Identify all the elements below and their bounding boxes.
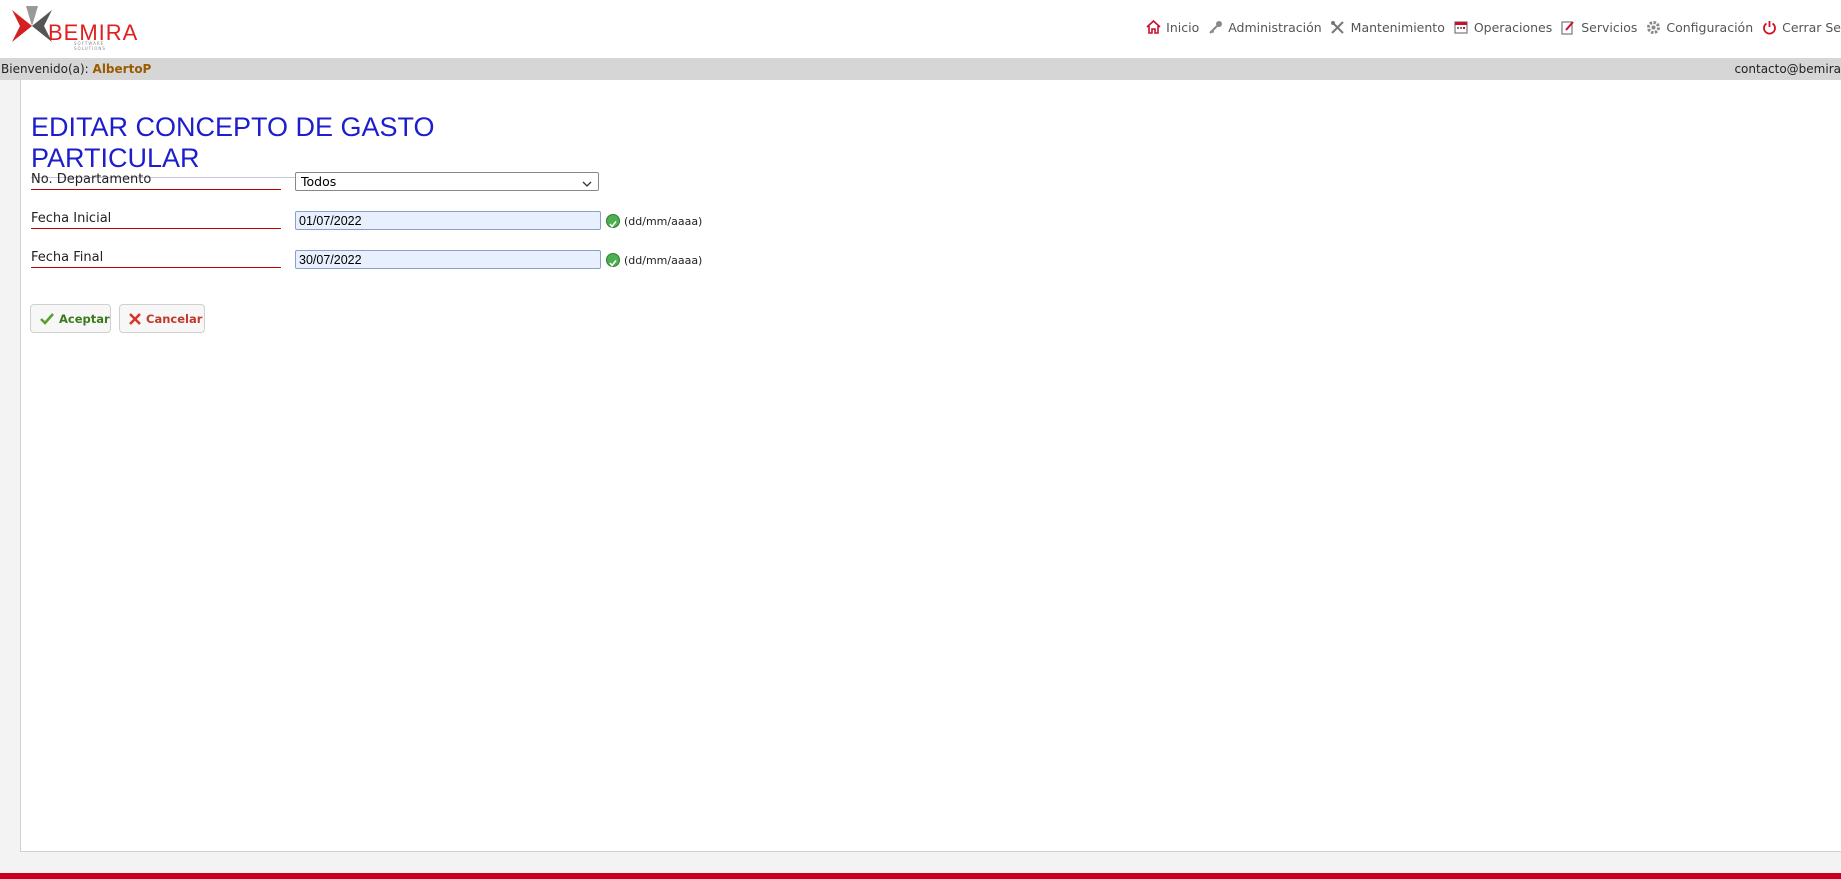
username: AlbertoP: [92, 62, 152, 76]
nav-operaciones[interactable]: Operaciones: [1453, 19, 1552, 35]
key-icon: [1207, 19, 1223, 35]
nav-label: Operaciones: [1473, 19, 1553, 35]
home-icon: [1145, 19, 1161, 35]
tools-icon: [1330, 19, 1346, 35]
edit-icon: [1560, 19, 1576, 35]
nav-cerrar-sesion[interactable]: Cerrar Se: [1761, 19, 1841, 35]
gear-icon: [1645, 19, 1661, 35]
nav-label: Inicio: [1166, 19, 1200, 35]
fecha-final-input[interactable]: [295, 250, 601, 269]
fecha-final-format: (dd/mm/aaaa): [624, 254, 703, 267]
chevron-down-icon: [582, 176, 592, 193]
nav-inicio[interactable]: Inicio: [1145, 19, 1199, 35]
check-icon: [606, 214, 620, 228]
nav-label: Administración: [1228, 19, 1322, 35]
welcome-bar: Bienvenido(a): AlbertoP contacto@bemira: [0, 58, 1841, 80]
close-icon: [129, 312, 141, 325]
nav-label: Mantenimiento: [1350, 19, 1445, 35]
nav-servicios[interactable]: Servicios: [1560, 19, 1637, 35]
nav-administracion[interactable]: Administración: [1207, 19, 1322, 35]
nav-label: Servicios: [1581, 19, 1638, 35]
departamento-select[interactable]: Todos: [295, 172, 599, 191]
welcome-text: Bienvenido(a): AlbertoP: [1, 58, 151, 80]
departamento-label: No. Departamento: [31, 172, 281, 190]
check-icon: [606, 253, 620, 267]
top-bar: BEMIRA SOFTWARE SOLUTIONS Inicio Adminis…: [0, 0, 1841, 58]
fecha-inicial-input[interactable]: [295, 211, 601, 230]
nav-mantenimiento[interactable]: Mantenimiento: [1330, 19, 1445, 35]
power-icon: [1761, 19, 1777, 35]
departamento-value: Todos: [301, 174, 337, 189]
brand-tagline: SOFTWARE SOLUTIONS: [74, 41, 106, 51]
welcome-prefix: Bienvenido(a):: [1, 62, 89, 76]
accept-label: Aceptar: [59, 311, 110, 326]
main-content: EDITAR CONCEPTO DE GASTO PARTICULAR No. …: [20, 80, 1841, 852]
bemira-logo[interactable]: BEMIRA SOFTWARE SOLUTIONS: [8, 6, 138, 51]
fecha-inicial-format: (dd/mm/aaaa): [624, 215, 703, 228]
page-title: EDITAR CONCEPTO DE GASTO PARTICULAR: [31, 112, 597, 178]
cancel-button[interactable]: Cancelar: [119, 304, 205, 333]
main-nav: Inicio Administración Mantenimiento Oper…: [1137, 17, 1841, 37]
nav-label: Cerrar Se: [1782, 19, 1841, 35]
nav-configuracion[interactable]: Configuración: [1645, 19, 1753, 35]
cancel-label: Cancelar: [146, 311, 203, 326]
accept-button[interactable]: Aceptar: [30, 304, 111, 333]
footer-bar: [0, 873, 1841, 879]
contact-email: contacto@bemira: [1734, 62, 1841, 76]
checkmark-icon: [40, 312, 54, 325]
nav-label: Configuración: [1666, 19, 1754, 35]
calendar-icon: [1453, 19, 1469, 35]
fecha-final-label: Fecha Final: [31, 250, 281, 268]
fecha-inicial-label: Fecha Inicial: [31, 211, 281, 229]
